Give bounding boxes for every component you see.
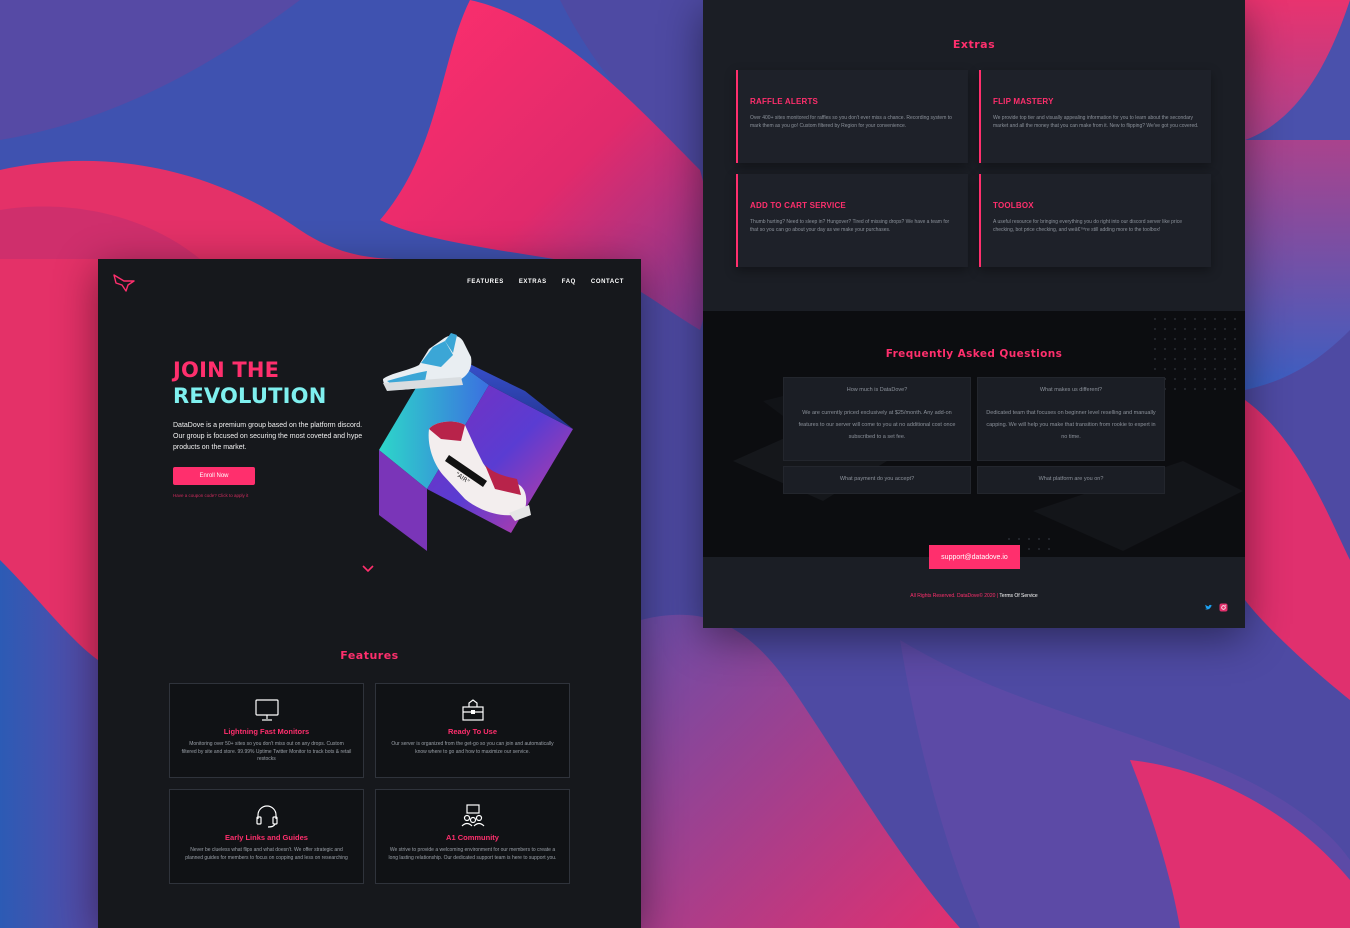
coupon-link[interactable]: Have a coupon code? Click to apply it — [173, 493, 248, 498]
monitor-icon — [254, 699, 279, 721]
extras-card-title: ADD TO CART SERVICE — [750, 201, 846, 210]
dove-logo-icon[interactable] — [112, 273, 136, 293]
faq-item[interactable]: How much is DataDove? We are currently p… — [783, 377, 971, 461]
faq-heading: Frequently Asked Questions — [885, 348, 1063, 360]
faq-column-left: How much is DataDove? We are currently p… — [783, 377, 971, 494]
extras-grid: RAFFLE ALERTS Over 400+ sites monitored … — [736, 70, 1211, 267]
features-grid: Lightning Fast Monitors Monitoring over … — [169, 683, 570, 884]
feature-card: Ready To Use Our server is organized fro… — [375, 683, 570, 778]
twitter-icon[interactable] — [1204, 603, 1213, 612]
detail-page-mockup: Extras RAFFLE ALERTS Over 400+ sites mon… — [703, 0, 1245, 628]
headset-icon — [255, 805, 278, 828]
extras-heading: Extras — [952, 38, 996, 51]
feature-card: Lightning Fast Monitors Monitoring over … — [169, 683, 364, 778]
faq-item[interactable]: What platform are you on? — [977, 466, 1165, 494]
extras-card: ADD TO CART SERVICE Thumb hurting? Need … — [736, 174, 968, 267]
nav-features[interactable]: FEATURES — [467, 279, 504, 285]
community-icon — [461, 804, 484, 827]
extras-card-description: A useful resource for bringing everythin… — [993, 219, 1182, 233]
extras-card: TOOLBOX A useful resource for bringing e… — [979, 174, 1211, 267]
hero-title-line2: REVOLUTION — [173, 384, 327, 408]
feature-card: Early Links and Guides Never be clueless… — [169, 789, 364, 884]
faq-question: What platform are you on? — [1038, 476, 1104, 482]
faq-question: What makes us different? — [1039, 387, 1103, 393]
nav-faq[interactable]: FAQ — [562, 279, 576, 285]
hero-title-line1: JOIN THE — [173, 358, 280, 382]
sneaker-cube-artwork: "AIR" — [379, 333, 573, 551]
copyright-line: All Rights Reserved. DataDove© 2020 | Te… — [703, 593, 1245, 599]
extras-card-title: RAFFLE ALERTS — [750, 97, 819, 106]
top-nav: FEATURES EXTRAS FAQ CONTACT — [467, 279, 624, 285]
faq-column-right: What makes us different? Dedicated team … — [977, 377, 1165, 494]
extras-card-title: FLIP MASTERY — [993, 97, 1054, 106]
extras-card: FLIP MASTERY We provide top tier and vis… — [979, 70, 1211, 163]
landing-page-mockup: FEATURES EXTRAS FAQ CONTACT JOIN THE REV… — [98, 259, 641, 928]
extras-card-description: Thumb hurting? Need to sleep in? Hungove… — [750, 219, 950, 233]
feature-title: Early Links and Guides — [225, 833, 308, 842]
feature-description: We strive to provide a welcoming environ… — [388, 847, 557, 861]
extras-card-description: Over 400+ sites monitored for raffles so… — [750, 115, 952, 129]
faq-item[interactable]: What makes us different? Dedicated team … — [977, 377, 1165, 461]
instagram-icon[interactable] — [1219, 603, 1228, 612]
faq-item[interactable]: What payment do you accept? — [783, 466, 971, 494]
feature-description: Our server is organized from the get-go … — [391, 741, 554, 755]
nav-contact[interactable]: CONTACT — [591, 279, 624, 285]
feature-card: A1 Community We strive to provide a welc… — [375, 789, 570, 884]
enroll-now-button[interactable]: Enroll Now — [173, 467, 255, 485]
hero-title: JOIN THE REVOLUTION — [173, 357, 327, 409]
toolbox-icon — [461, 699, 484, 721]
terms-of-service-link[interactable]: Terms Of Service — [999, 593, 1037, 599]
faq-answer: Dedicated team that focuses on beginner … — [986, 410, 1156, 440]
feature-title: Lightning Fast Monitors — [223, 727, 310, 736]
faq-section: Frequently Asked Questions How much is D… — [703, 311, 1245, 557]
feature-description: Never be clueless what flips and what do… — [185, 847, 348, 861]
extras-card: RAFFLE ALERTS Over 400+ sites monitored … — [736, 70, 968, 163]
feature-title: A1 Community — [446, 833, 499, 842]
faq-question: How much is DataDove? — [846, 387, 908, 393]
extras-card-title: TOOLBOX — [993, 201, 1034, 210]
hero-description: DataDove is a premium group based on the… — [173, 422, 363, 451]
faq-answer: We are currently priced exclusively at $… — [798, 410, 956, 440]
extras-card-description: We provide top tier and visually appeali… — [993, 115, 1199, 129]
feature-description: Monitoring over 50+ sites so you don't m… — [181, 741, 352, 762]
faq-question: What payment do you accept? — [839, 476, 915, 482]
social-links — [1204, 603, 1228, 612]
nav-extras[interactable]: EXTRAS — [519, 279, 547, 285]
features-heading: Features — [340, 649, 399, 662]
feature-title: Ready To Use — [447, 727, 498, 736]
support-email-button[interactable]: support@datadove.io — [929, 545, 1020, 569]
copyright-text: All Rights Reserved. DataDove© 2020 | — [910, 593, 1000, 599]
scroll-down-chevron-icon[interactable] — [362, 565, 374, 573]
